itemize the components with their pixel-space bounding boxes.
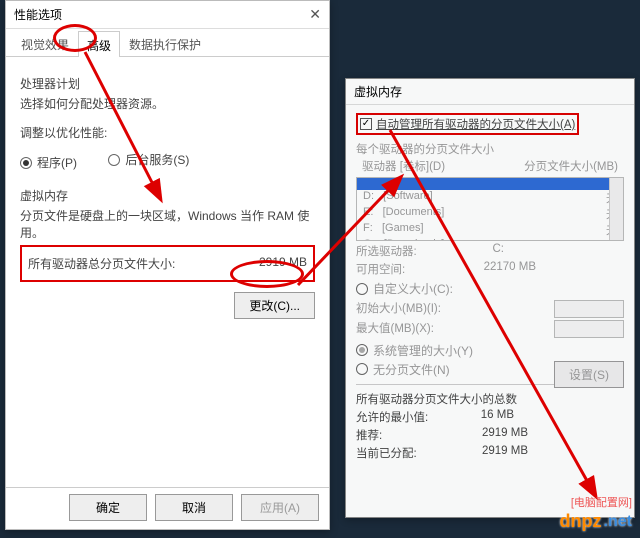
tab-dep[interactable]: 数据执行保护 — [120, 30, 210, 56]
set-button: 设置(S) — [554, 361, 624, 388]
selected-drive-label: 所选驱动器: — [356, 243, 417, 259]
virtual-memory-title: 虚拟内存 — [20, 187, 315, 204]
radio-programs[interactable]: 程序(P) — [20, 154, 77, 171]
avail-space-label: 可用空间: — [356, 261, 405, 277]
cancel-button[interactable]: 取消 — [155, 494, 233, 521]
titlebar: 性能选项 ✕ — [6, 1, 329, 29]
rec-value: 2919 MB — [482, 427, 528, 443]
initial-size-label: 初始大小(MB)(I): — [356, 300, 441, 318]
scrollbar[interactable] — [609, 178, 623, 240]
list-item[interactable]: D: [Software]无 — [357, 190, 623, 206]
auto-manage-checkbox[interactable]: 自动管理所有驱动器的分页文件大小(A) — [360, 116, 575, 132]
cur-value: 2919 MB — [482, 445, 528, 461]
apply-button[interactable]: 应用(A) — [241, 494, 319, 521]
radio-icon — [356, 344, 368, 356]
radio-custom-size: 自定义大小(C): — [356, 280, 453, 297]
watermark: dnpz.net — [560, 511, 632, 532]
titlebar: 虚拟内存 — [346, 79, 634, 105]
drive-list[interactable]: D: [Software]无 E: [Documents]无 F: [Games… — [356, 177, 624, 241]
processor-plan-title: 处理器计划 — [20, 75, 315, 92]
virtual-memory-window: 虚拟内存 自动管理所有驱动器的分页文件大小(A) 每个驱动器的分页文件大小 驱动… — [345, 78, 635, 518]
list-item[interactable]: G: [Downloads]无 — [357, 238, 623, 241]
vm-body: 自动管理所有驱动器的分页文件大小(A) 每个驱动器的分页文件大小 驱动器 [卷标… — [346, 105, 634, 471]
annotation-circle — [230, 260, 304, 288]
change-button[interactable]: 更改(C)... — [234, 292, 315, 319]
radio-icon — [20, 157, 32, 169]
col-size: 分页文件大小(MB) — [524, 158, 618, 174]
avail-space-value: 22170 MB — [484, 261, 536, 277]
totals-title: 所有驱动器分页文件大小的总数 — [356, 391, 624, 407]
radio-icon — [356, 283, 368, 295]
advanced-body: 处理器计划 选择如何分配处理器资源。 调整以优化性能: 程序(P) 后台服务(S… — [6, 57, 329, 347]
radio-icon — [108, 154, 120, 166]
rec-label: 推荐: — [356, 427, 382, 443]
min-value: 16 MB — [481, 409, 514, 425]
selected-drive-value: C: — [493, 243, 505, 259]
max-size-label: 最大值(MB)(X): — [356, 320, 434, 338]
processor-plan-desc: 选择如何分配处理器资源。 — [20, 95, 315, 112]
list-item[interactable]: F: [Games]无 — [357, 222, 623, 238]
close-icon[interactable]: ✕ — [309, 6, 321, 23]
auto-manage-label: 自动管理所有驱动器的分页文件大小(A) — [376, 116, 575, 132]
each-drive-label: 每个驱动器的分页文件大小 — [356, 141, 624, 157]
cur-label: 当前已分配: — [356, 445, 417, 461]
radio-background-services[interactable]: 后台服务(S) — [108, 151, 189, 168]
col-drive: 驱动器 [卷标](D) — [362, 158, 445, 174]
window-title: 性能选项 — [14, 6, 62, 23]
min-label: 允许的最小值: — [356, 409, 428, 425]
list-item[interactable]: E: [Documents]无 — [357, 206, 623, 222]
watermark-sub: [电脑配置网] — [571, 494, 632, 510]
window-title: 虚拟内存 — [354, 83, 402, 100]
initial-size-input — [554, 300, 624, 318]
annotation-circle — [53, 24, 97, 52]
radio-system-managed: 系统管理的大小(Y) — [356, 342, 473, 359]
list-item[interactable] — [357, 178, 623, 190]
dialog-footer: 确定 取消 应用(A) — [6, 487, 329, 527]
adjust-label: 调整以优化性能: — [20, 124, 315, 141]
vm-total-label: 所有驱动器总分页文件大小: — [28, 255, 175, 272]
radio-no-paging: 无分页文件(N) — [356, 361, 450, 378]
max-size-input — [554, 320, 624, 338]
checkbox-icon — [360, 118, 372, 130]
radio-icon — [356, 363, 368, 375]
ok-button[interactable]: 确定 — [69, 494, 147, 521]
virtual-memory-desc: 分页文件是硬盘上的一块区域，Windows 当作 RAM 使用。 — [20, 207, 315, 241]
